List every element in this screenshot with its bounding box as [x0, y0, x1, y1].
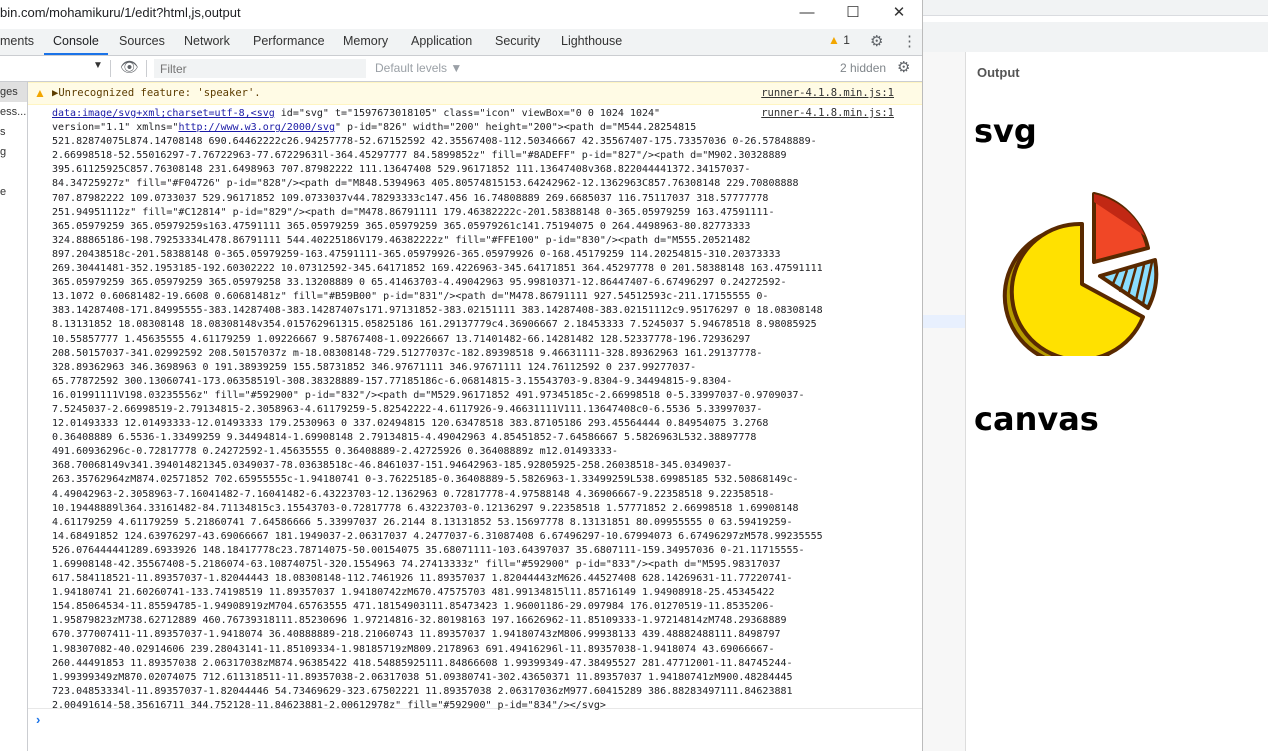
log-line: 526.076444441289.6933926 148.18417778c23…: [52, 544, 805, 556]
pie-chart-icon: [1002, 192, 1159, 356]
console-sidebar: ges ess... s g e: [0, 82, 28, 751]
sidebar-item[interactable]: [0, 162, 27, 182]
log-line: 8.13131852 18.08308148 18.08308148v354.0…: [52, 319, 817, 331]
log-text: data:image/svg+xml;charset=utf-8,<svg id…: [52, 107, 880, 713]
log-line: 4.49042963-2.3058963-7.16041482-7.160414…: [52, 488, 775, 500]
log-line: 16.01991111V198.03235556z" fill="#592900…: [52, 389, 805, 401]
console-panel: ▲ ▶Unrecognized feature: 'speaker'. runn…: [28, 82, 922, 751]
console-warning-message: ▲ ▶Unrecognized feature: 'speaker'. runn…: [28, 82, 922, 105]
output-label: Output: [977, 65, 1020, 80]
log-line: 670.377007411-11.89357037-1.9418074 36.4…: [52, 629, 781, 641]
log-line: 491.60936296c-0.72817778 0.24272592-1.45…: [52, 446, 618, 458]
log-line: 897.20438518c-201.58388148 0-365.0597925…: [52, 248, 781, 260]
window-title: bin.com/mohamikuru/1/edit?html,js,output: [0, 5, 241, 20]
log-line: 154.85064534-11.85594785-1.94908919zM704…: [52, 601, 775, 613]
browser-tab-strip: [922, 0, 1268, 16]
log-line: version="1.1" xmlns=": [52, 122, 179, 134]
log-line: 263.35762964zM874.02571852 702.65955555c…: [52, 474, 799, 486]
log-line: id="svg" t="1597673018105" class="icon" …: [274, 108, 661, 119]
log-line: 208.50157037-341.02992592 208.50157037z …: [52, 347, 763, 359]
console-log-message: runner-4.1.8.min.js:1 data:image/svg+xml…: [28, 105, 922, 711]
log-line: 1.99399349zM870.02074075 712.611318511-1…: [52, 671, 793, 683]
log-line: 84.34725927z" fill="#F04726" p-id="828"/…: [52, 178, 799, 190]
log-line: " p-id="826" width="200" height="200"><p…: [334, 122, 697, 134]
devtools-tabs: ments Console Sources Network Performanc…: [0, 29, 922, 56]
settings-gear-icon[interactable]: ⚙: [870, 32, 883, 50]
minimize-button[interactable]: —: [784, 0, 830, 27]
filter-input[interactable]: [154, 59, 366, 78]
log-line: 65.77872592 300.13060741-173.06358519l-3…: [52, 375, 733, 387]
maximize-button[interactable]: ☐: [830, 0, 876, 27]
log-line: 2.00491614-58.35616711 344.752128-11.846…: [52, 699, 606, 711]
tab-console[interactable]: Console: [44, 29, 108, 55]
more-menu-icon[interactable]: ⋮: [902, 32, 917, 50]
log-line: 1.98307082-40.02914606 239.28043141-11.8…: [52, 643, 775, 655]
log-line: 13.1072 0.60681482-19.6608 0.60681481z" …: [52, 291, 769, 303]
log-line: 260.44491853 11.89357038 2.06317038zM874…: [52, 657, 793, 669]
log-line: 1.95879823zM738.62712889 460.76739318111…: [52, 615, 787, 627]
warning-triangle-icon: ▲: [828, 33, 840, 47]
warning-source-link[interactable]: runner-4.1.8.min.js:1: [761, 87, 894, 99]
tab-security[interactable]: Security: [495, 29, 540, 55]
log-line: 707.87982222 109.0733037 529.96171852 10…: [52, 192, 769, 204]
log-line: 1.94180741 21.60260741-133.74198519 11.8…: [52, 587, 775, 599]
log-line: 0.36408889 6.5536-1.33499259 9.34494814-…: [52, 432, 757, 444]
log-line: 521.82874075L874.14708148 690.64462222c2…: [52, 136, 817, 148]
log-line: 7.5245037-2.66998519-2.79134815-2.305896…: [52, 403, 763, 415]
warnings-count: 1: [843, 33, 850, 47]
console-toolbar: ▼ 👁 Default levels ▼ 2 hidden ⚙: [0, 56, 922, 82]
warning-text[interactable]: ▶Unrecognized feature: 'speaker'.: [52, 87, 261, 99]
sidebar-item[interactable]: s: [0, 122, 27, 142]
tab-performance[interactable]: Performance: [253, 29, 325, 55]
log-line: 2.66998518-52.55016297-7.76722963-77.672…: [52, 150, 787, 162]
log-line: 383.14287408-171.84995555-383.14287408-3…: [52, 305, 823, 317]
tab-network[interactable]: Network: [184, 29, 230, 55]
console-settings-gear-icon[interactable]: ⚙: [897, 58, 910, 76]
close-button[interactable]: ✕: [876, 0, 922, 27]
log-line: 1.69908148-42.35567408-5.2186074-63.1087…: [52, 559, 781, 570]
xmlns-link[interactable]: http://www.w3.org/2000/svg: [178, 122, 335, 133]
gutter-selection: [922, 315, 965, 328]
sidebar-item[interactable]: g: [0, 142, 27, 162]
warning-triangle-icon: ▲: [34, 86, 46, 100]
tab-lighthouse[interactable]: Lighthouse: [561, 29, 622, 55]
toolbar-divider: [110, 60, 111, 77]
code-gutter: [922, 52, 966, 751]
log-line: 365.05979259 365.05979259 365.05979258 3…: [52, 277, 787, 289]
log-line: 723.04853334l-11.89357037-1.82044446 54.…: [52, 685, 793, 697]
context-dropdown-icon[interactable]: ▼: [93, 60, 103, 71]
log-line: 10.19448889l364.33161482-84.71134815c3.1…: [52, 502, 799, 514]
log-line: 4.61179259 4.61179259 5.21860741 7.64586…: [52, 516, 793, 528]
log-levels-dropdown[interactable]: Default levels ▼: [375, 61, 462, 75]
sidebar-item[interactable]: ess...: [0, 102, 27, 122]
browser-toolbar-strip: [922, 22, 1268, 52]
console-prompt-icon[interactable]: ›: [36, 712, 40, 727]
log-line: 617.584118521-11.89357037-1.82044443 18.…: [52, 573, 793, 585]
title-bar: bin.com/mohamikuru/1/edit?html,js,output…: [0, 0, 922, 27]
log-line: 251.94951112z" fill="#C12814" p-id="829"…: [52, 206, 775, 218]
log-line: 10.55857777 1.45635555 4.61179259 1.0922…: [52, 333, 751, 345]
hidden-count: 2 hidden: [840, 61, 887, 75]
eye-icon[interactable]: 👁: [120, 58, 139, 76]
tab-application[interactable]: Application: [411, 29, 472, 55]
log-line: 328.89362963 346.3698963 0 191.38939259 …: [52, 361, 697, 373]
data-uri-link[interactable]: data:image/svg+xml;charset=utf-8,<svg: [52, 108, 275, 119]
heading-canvas: canvas: [974, 400, 1099, 438]
toolbar-divider: [146, 60, 147, 77]
sidebar-item[interactable]: ges: [0, 82, 27, 102]
log-line: 365.05979259 365.05979259s163.47591111 3…: [52, 220, 751, 232]
heading-svg: svg: [974, 112, 1037, 150]
log-line: 395.61125925C857.76308148 231.6498963 70…: [52, 164, 751, 176]
log-line: 368.70068149v341.394014821345.0349037-78…: [52, 460, 733, 472]
log-line: 12.01493333 12.01493333-12.01493333 179.…: [52, 418, 769, 430]
log-line: 324.88865186-198.79253334L478.86791111 5…: [52, 234, 751, 246]
warnings-badge[interactable]: ▲ 1: [828, 33, 850, 47]
log-line: 269.30441481-352.1953185-192.60302222 10…: [52, 263, 823, 275]
tab-memory[interactable]: Memory: [343, 29, 388, 55]
log-line: 14.68491852 124.63976297-43.69066667 181…: [52, 530, 823, 542]
devtools-window: bin.com/mohamikuru/1/edit?html,js,output…: [0, 0, 923, 751]
tab-sources[interactable]: Sources: [119, 29, 165, 55]
sidebar-item[interactable]: e: [0, 182, 27, 202]
tab-elements[interactable]: ments: [0, 29, 34, 55]
